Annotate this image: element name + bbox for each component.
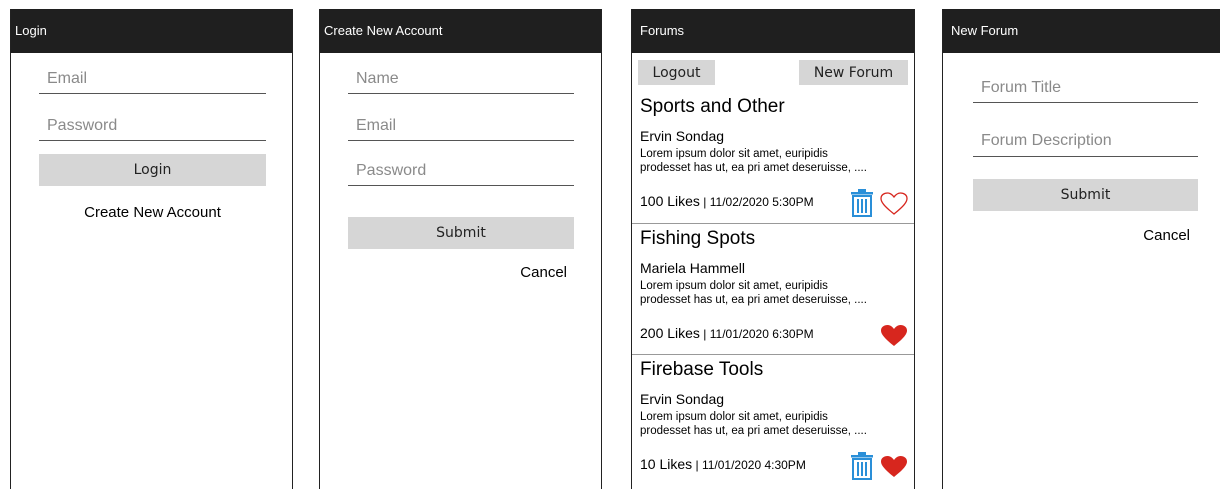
forum-meta: 200 Likes | 11/01/2020 6:30PM <box>640 325 814 341</box>
login-title: Login <box>11 9 292 53</box>
new-forum-button[interactable]: New Forum <box>799 60 908 85</box>
excerpt-line: prodesset has ut, ea pri amet deseruisse… <box>640 162 867 174</box>
forum-title: Fishing Spots <box>640 228 756 249</box>
password-field[interactable] <box>348 157 574 186</box>
separator: | <box>699 195 710 209</box>
new-forum-screen: New Forum Submit Cancel <box>942 9 1220 489</box>
create-account-screen: Create New Account Submit Cancel <box>319 9 602 489</box>
heart-icon[interactable] <box>880 455 908 479</box>
logout-button[interactable]: Logout <box>638 60 715 85</box>
forum-card[interactable]: Fishing Spots Mariela Hammell Lorem ipsu… <box>632 224 914 355</box>
email-field[interactable] <box>39 65 266 94</box>
login-screen: Login Login Create New Account <box>10 9 293 489</box>
cancel-link[interactable]: Cancel <box>520 264 567 281</box>
name-field[interactable] <box>348 65 574 94</box>
separator: | <box>692 458 702 472</box>
cancel-link[interactable]: Cancel <box>1143 227 1190 244</box>
forum-description-field[interactable] <box>973 126 1198 157</box>
forum-title: Firebase Tools <box>640 359 764 380</box>
forum-meta: 10 Likes | 11/01/2020 4:30PM <box>640 456 806 472</box>
forums-screen: Forums Logout New Forum Sports and Other… <box>631 9 915 489</box>
excerpt-line: Lorem ipsum dolor sit amet, euripidis <box>640 280 828 292</box>
forum-card[interactable]: Firebase Tools Ervin Sondag Lorem ipsum … <box>632 355 914 495</box>
forum-excerpt: Lorem ipsum dolor sit amet, euripidis pr… <box>640 279 908 307</box>
password-field[interactable] <box>39 111 266 141</box>
heart-icon[interactable] <box>880 324 908 348</box>
trash-icon[interactable] <box>850 452 874 480</box>
forum-card[interactable]: Sports and Other Ervin Sondag Lorem ipsu… <box>632 92 914 224</box>
forum-author: Mariela Hammell <box>640 260 746 276</box>
excerpt-line: Lorem ipsum dolor sit amet, euripidis <box>640 148 828 160</box>
like-count: 200 Likes <box>640 325 700 341</box>
forum-excerpt: Lorem ipsum dolor sit amet, euripidis pr… <box>640 147 908 175</box>
post-date: 11/01/2020 4:30PM <box>701 458 806 472</box>
forums-title: Forums <box>632 9 914 53</box>
like-count: 10 Likes <box>640 456 693 472</box>
separator: | <box>699 327 710 341</box>
heart-icon[interactable] <box>880 192 908 216</box>
forum-meta: 100 Likes | 11/02/2020 5:30PM <box>640 193 814 209</box>
forum-title-field[interactable] <box>973 73 1198 103</box>
excerpt-line: prodesset has ut, ea pri amet deseruisse… <box>640 425 867 437</box>
post-date: 11/01/2020 6:30PM <box>709 327 814 341</box>
forum-title: Sports and Other <box>640 96 785 117</box>
submit-button[interactable]: Submit <box>973 179 1198 211</box>
trash-icon[interactable] <box>850 189 874 217</box>
forum-author: Ervin Sondag <box>640 391 725 407</box>
email-field[interactable] <box>348 111 574 141</box>
forum-excerpt: Lorem ipsum dolor sit amet, euripidis pr… <box>640 410 908 438</box>
create-account-link[interactable]: Create New Account <box>11 204 294 221</box>
submit-button[interactable]: Submit <box>348 217 574 249</box>
forum-author: Ervin Sondag <box>640 128 725 144</box>
like-count: 100 Likes <box>640 193 700 209</box>
create-account-title: Create New Account <box>320 9 601 53</box>
excerpt-line: prodesset has ut, ea pri amet deseruisse… <box>640 294 867 306</box>
excerpt-line: Lorem ipsum dolor sit amet, euripidis <box>640 411 828 423</box>
login-button[interactable]: Login <box>39 154 266 186</box>
new-forum-title: New Forum <box>943 9 1220 53</box>
post-date: 11/02/2020 5:30PM <box>709 195 814 209</box>
